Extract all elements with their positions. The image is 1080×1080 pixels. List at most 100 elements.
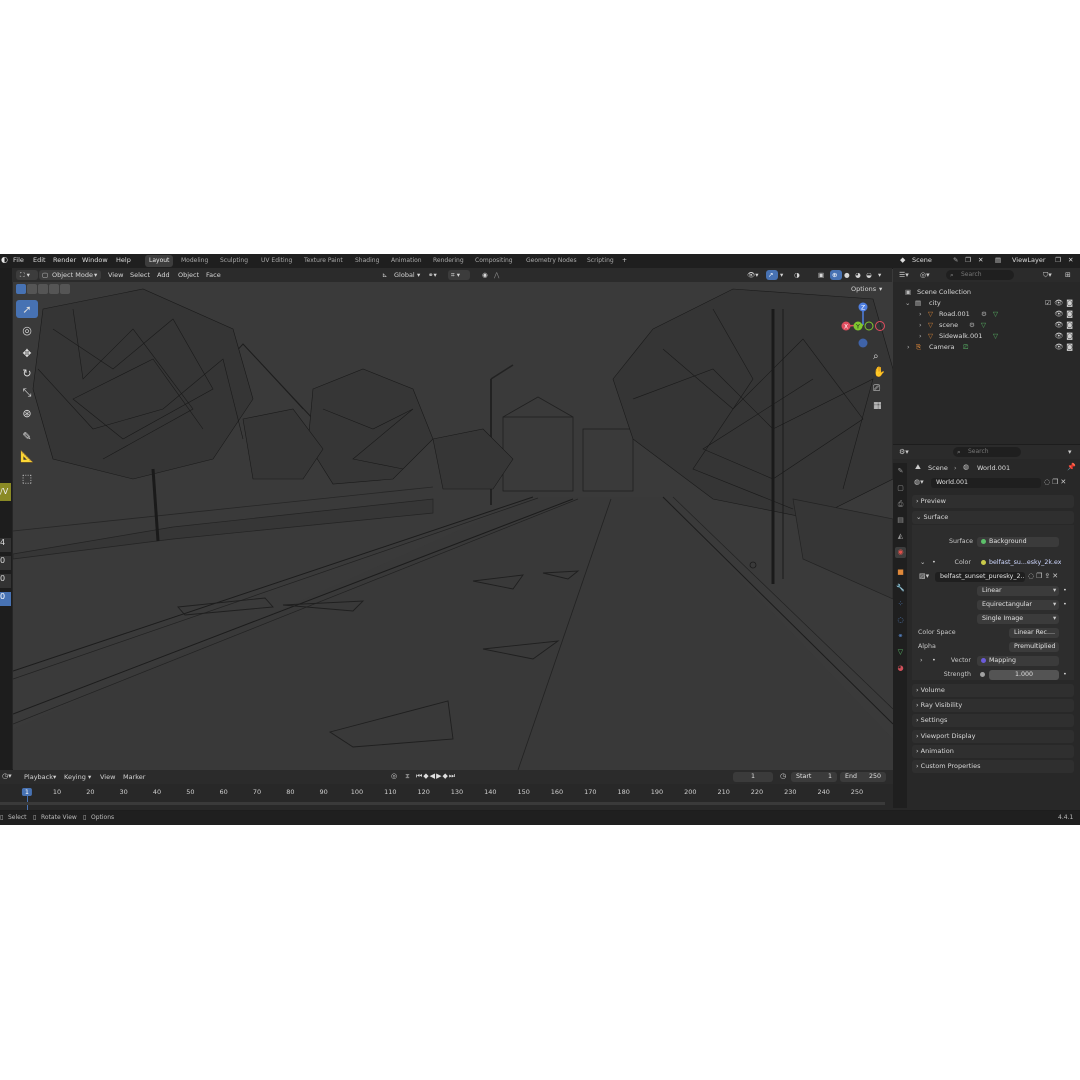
left-edge-field-1[interactable]: 4 bbox=[0, 538, 11, 552]
outliner-row-scene-collection[interactable]: ▣ Scene Collection bbox=[893, 288, 1080, 299]
left-edge-field-4[interactable]: 0 bbox=[0, 592, 11, 606]
3d-viewport[interactable] bbox=[12, 268, 893, 770]
playback-controls[interactable]: ⏮◆◀▶◆⏭ bbox=[416, 772, 456, 781]
select-mode-invert-icon[interactable] bbox=[49, 284, 59, 294]
chevron-down-icon[interactable]: ⌄ bbox=[920, 558, 925, 566]
interpolation-select[interactable]: Linear bbox=[977, 586, 1059, 596]
scene-selector[interactable]: Scene bbox=[912, 256, 932, 264]
panel-volume[interactable]: › Volume bbox=[912, 684, 1074, 697]
menu-window[interactable]: Window bbox=[82, 256, 108, 264]
select-mode-intersect-icon[interactable] bbox=[60, 284, 70, 294]
clock-icon[interactable]: ◷ bbox=[780, 772, 786, 780]
select-mode-new-icon[interactable] bbox=[16, 284, 26, 294]
scene-tab-icon[interactable]: ◭ bbox=[895, 531, 906, 542]
material-shading-icon[interactable]: ◕ bbox=[855, 271, 861, 279]
menu-face[interactable]: Face bbox=[206, 271, 221, 279]
add-workspace-button[interactable]: + bbox=[618, 255, 631, 267]
left-edge-field-2[interactable]: 0 bbox=[0, 556, 11, 570]
data-tab-icon[interactable]: ▽ bbox=[895, 647, 906, 658]
image-name-field[interactable]: belfast_sunset_puresky_2... bbox=[935, 572, 1025, 582]
chevron-right-icon[interactable]: › bbox=[919, 332, 922, 340]
new-collection-icon[interactable]: ⊞ bbox=[1065, 271, 1071, 279]
annotate-tool-icon[interactable]: ✎ bbox=[16, 427, 38, 445]
render-tab-icon[interactable]: ▢ bbox=[895, 483, 906, 494]
playhead-frame-indicator[interactable]: 1 bbox=[21, 788, 33, 796]
navigation-gizmo[interactable]: Z X Y bbox=[838, 300, 888, 350]
tab-modeling[interactable]: Modeling bbox=[177, 255, 212, 267]
output-tab-icon[interactable]: ⎙ bbox=[895, 499, 906, 510]
image-datablock-icons[interactable]: ◌❐⇪✕ bbox=[1028, 572, 1060, 580]
new-scene-icon[interactable]: ❐ bbox=[965, 256, 971, 264]
menu-select[interactable]: Select bbox=[130, 271, 150, 279]
options-button[interactable]: Options bbox=[851, 285, 876, 293]
physics-tab-icon[interactable]: ◌ bbox=[895, 615, 906, 626]
visibility-icons[interactable]: 👁◙ bbox=[1054, 332, 1076, 340]
blender-logo-icon[interactable]: ◐ bbox=[1, 255, 8, 264]
visibility-icons[interactable]: 👁◙ bbox=[1054, 321, 1076, 329]
menu-help[interactable]: Help bbox=[116, 256, 131, 264]
view-layer-tab-icon[interactable]: ▤ bbox=[895, 515, 906, 526]
falloff-icon[interactable]: ⋀ bbox=[494, 271, 499, 279]
menu-view[interactable]: View bbox=[100, 773, 115, 781]
tool-tab-icon[interactable]: ✎ bbox=[895, 466, 906, 477]
new-viewlayer-icon[interactable]: ❐ bbox=[1055, 256, 1061, 264]
color-input-field[interactable]: belfast_su...esky_2k.exr bbox=[977, 558, 1061, 568]
filter-icon[interactable]: ⛉▾ bbox=[1043, 271, 1052, 280]
material-tab-icon[interactable]: ◕ bbox=[895, 663, 906, 674]
panel-settings[interactable]: › Settings bbox=[912, 714, 1074, 727]
left-edge-tab[interactable]: /V bbox=[0, 483, 11, 501]
move-tool-icon[interactable]: ✥ bbox=[16, 344, 38, 362]
visibility-icons[interactable]: 👁◙ bbox=[1054, 310, 1076, 318]
pin-icon[interactable]: ✎ bbox=[953, 256, 958, 264]
menu-edit[interactable]: Edit bbox=[33, 256, 46, 264]
cursor-tool-icon[interactable]: ◎ bbox=[16, 321, 38, 339]
delete-scene-icon[interactable]: ✕ bbox=[978, 256, 983, 264]
menu-view[interactable]: View bbox=[108, 271, 123, 279]
menu-render[interactable]: Render bbox=[53, 256, 76, 264]
end-frame-field[interactable]: End 250 bbox=[840, 772, 886, 782]
outliner-row-camera[interactable]: › ⎘ Camera ⎚ 👁◙ bbox=[893, 343, 1080, 354]
chevron-right-icon[interactable]: › bbox=[919, 310, 922, 318]
rotate-tool-icon[interactable]: ↻ bbox=[16, 364, 38, 382]
select-box-tool-icon[interactable]: ➚ bbox=[16, 300, 38, 318]
tab-layout[interactable]: Layout bbox=[145, 255, 174, 267]
source-select[interactable]: Single Image bbox=[977, 614, 1059, 624]
outliner-row-sidewalk[interactable]: › ▽ Sidewalk.001 ▽ 👁◙ bbox=[893, 332, 1080, 343]
pin-icon[interactable]: 📌 bbox=[1067, 463, 1076, 471]
menu-playback[interactable]: Playback bbox=[24, 773, 53, 781]
timeline-scrollbar[interactable] bbox=[0, 802, 885, 805]
panel-viewport-display[interactable]: › Viewport Display bbox=[912, 730, 1074, 743]
world-datablock-icons[interactable]: ◌❐✕ bbox=[1044, 478, 1068, 486]
pan-hand-icon[interactable]: ✋ bbox=[873, 367, 885, 378]
vector-input-field[interactable]: Mapping bbox=[977, 656, 1059, 666]
tab-shading[interactable]: Shading bbox=[351, 255, 383, 267]
particles-tab-icon[interactable]: ⁘ bbox=[895, 599, 906, 610]
panel-custom-properties[interactable]: › Custom Properties bbox=[912, 760, 1074, 773]
chevron-down-icon[interactable]: ▾ bbox=[1068, 448, 1072, 456]
world-name-field[interactable]: World.001 bbox=[931, 478, 1041, 488]
delete-viewlayer-icon[interactable]: ✕ bbox=[1068, 256, 1073, 264]
select-mode-extend-icon[interactable] bbox=[27, 284, 37, 294]
tab-scripting[interactable]: Scripting bbox=[583, 255, 618, 267]
add-cube-tool-icon[interactable]: ⬚ bbox=[16, 469, 38, 487]
editor-type-icon[interactable]: ◷▾ bbox=[2, 772, 12, 780]
alpha-select[interactable]: Premultiplied bbox=[1009, 642, 1059, 652]
tab-animation[interactable]: Animation bbox=[387, 255, 426, 267]
projection-select[interactable]: Equirectangular bbox=[977, 600, 1059, 610]
chevron-down-icon[interactable]: ▾ bbox=[878, 271, 881, 279]
chevron-right-icon[interactable]: › bbox=[907, 343, 910, 351]
menu-marker[interactable]: Marker bbox=[123, 773, 145, 781]
menu-keying[interactable]: Keying bbox=[64, 773, 86, 781]
tab-rendering[interactable]: Rendering bbox=[429, 255, 468, 267]
panel-surface[interactable]: ⌄ Surface bbox=[912, 511, 1074, 524]
panel-ray-visibility[interactable]: › Ray Visibility bbox=[912, 699, 1074, 712]
chevron-right-icon[interactable]: › bbox=[920, 656, 923, 664]
editor-type-icon[interactable]: ☰▾ bbox=[899, 271, 909, 279]
rendered-shading-icon[interactable]: ◒ bbox=[866, 271, 872, 279]
menu-add[interactable]: Add bbox=[157, 271, 170, 279]
overlay-icon[interactable]: ◑ bbox=[794, 271, 800, 279]
tab-uv-editing[interactable]: UV Editing bbox=[257, 255, 296, 267]
image-browse-icon[interactable]: ▨▾ bbox=[919, 572, 929, 580]
visibility-icon[interactable]: 👁▾ bbox=[747, 271, 759, 279]
proportional-edit-icon[interactable]: ◉ bbox=[482, 271, 488, 279]
